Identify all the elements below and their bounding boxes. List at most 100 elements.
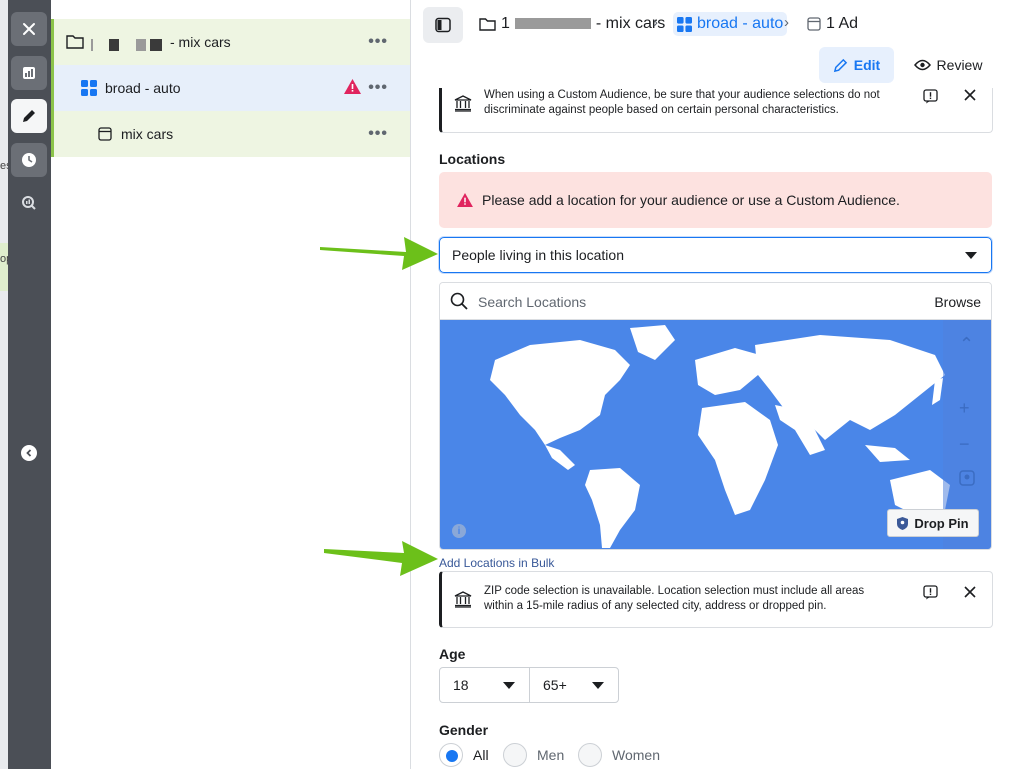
breadcrumb-separator: ›	[784, 14, 789, 31]
world-map[interactable]: ⌃ + − i Drop Pin	[440, 320, 991, 549]
radio-unselected-icon	[578, 743, 602, 767]
shield-pin-icon	[897, 516, 909, 530]
adset-more-button[interactable]: •••	[368, 79, 388, 97]
breadcrumb-redacted	[514, 15, 591, 33]
zip-code-notice-text: ZIP code selection is unavailable. Locat…	[484, 585, 865, 612]
tree-item-ad[interactable]: mix cars •••	[51, 111, 410, 157]
breadcrumb-ad[interactable]: 1 Ad	[807, 15, 858, 33]
edit-button-label: Edit	[853, 57, 881, 73]
gender-option-label: Women	[612, 747, 660, 763]
reporting-button[interactable]	[11, 56, 47, 90]
location-error-banner: Please add a location for your audience …	[439, 172, 992, 228]
breadcrumb-adset[interactable]: broad - auto	[673, 12, 788, 36]
history-button[interactable]	[11, 143, 47, 177]
gender-radio-all[interactable]: All	[439, 743, 489, 767]
location-type-value: People living in this location	[452, 247, 624, 263]
warning-triangle-icon	[344, 79, 361, 94]
breadcrumb-campaign[interactable]: 1 - mix cars	[479, 15, 665, 33]
inspect-button[interactable]	[11, 186, 47, 220]
review-button-label: Review	[936, 57, 983, 73]
zoom-out-button[interactable]: −	[959, 434, 970, 455]
location-search-map: Search Locations Browse ⌃ + − i Drop Pin	[439, 282, 992, 550]
location-type-select[interactable]: People living in this location	[439, 237, 992, 273]
clock-icon	[22, 153, 36, 167]
report-flag-icon[interactable]	[923, 89, 938, 104]
breadcrumb-separator: ›	[653, 14, 658, 31]
zip-code-notice: ZIP code selection is unavailable. Locat…	[439, 571, 993, 628]
drop-pin-button[interactable]: Drop Pin	[887, 509, 979, 537]
search-icon	[450, 292, 468, 310]
add-locations-bulk-link[interactable]: Add Locations in Bulk	[439, 556, 554, 570]
gender-option-label: Men	[537, 747, 565, 763]
magnifier-chart-icon	[22, 196, 36, 210]
folder-icon	[66, 35, 84, 49]
map-up-button[interactable]: ⌃	[959, 334, 974, 355]
bank-icon	[454, 591, 472, 608]
close-icon	[964, 586, 976, 598]
ad-more-button[interactable]: •••	[368, 125, 388, 143]
left-tool-rail	[8, 0, 51, 769]
dismiss-notice-button[interactable]	[964, 585, 976, 603]
bank-icon	[454, 95, 472, 112]
app-root: es op - mix cars ••• broad - auto ••• mi…	[0, 0, 1017, 769]
report-flag-icon[interactable]	[923, 585, 938, 600]
location-search-input[interactable]: Search Locations	[478, 294, 586, 310]
zoom-in-button[interactable]: +	[959, 398, 970, 419]
campaign-tree-panel: - mix cars ••• broad - auto ••• mix cars…	[51, 0, 411, 769]
caret-down-icon	[965, 252, 977, 259]
close-icon	[964, 89, 976, 101]
custom-audience-notice: When using a Custom Audience, be sure th…	[439, 88, 993, 133]
annotation-arrow-icon	[324, 541, 438, 576]
review-button[interactable]: Review	[908, 47, 988, 83]
gender-label: Gender	[439, 722, 489, 738]
redacted-campaign-name	[91, 36, 163, 54]
edit-button[interactable]: Edit	[819, 47, 894, 83]
background-window-edge: es op	[0, 0, 12, 769]
bar-chart-icon	[23, 67, 35, 79]
drop-pin-label: Drop Pin	[914, 515, 969, 531]
close-icon	[23, 23, 35, 35]
gender-radio-women[interactable]: Women	[578, 743, 660, 767]
campaign-more-button[interactable]: •••	[368, 33, 388, 51]
age-label: Age	[439, 646, 466, 662]
annotation-arrow-icon	[320, 237, 438, 270]
ad-icon	[98, 127, 112, 141]
tree-item-campaign[interactable]: - mix cars •••	[51, 19, 410, 65]
locate-icon[interactable]	[959, 470, 975, 491]
gender-radio-men[interactable]: Men	[503, 743, 564, 767]
breadcrumb-campaign-prefix: 1	[501, 15, 510, 32]
tree-item-ad-label: mix cars	[121, 126, 174, 142]
radio-unselected-icon	[503, 743, 527, 767]
background-peek-highlight: op	[0, 243, 12, 291]
dismiss-notice-button[interactable]	[964, 88, 976, 106]
location-search-bar[interactable]: Search Locations Browse	[440, 283, 991, 320]
caret-down-icon	[592, 682, 604, 689]
locations-label: Locations	[439, 151, 506, 167]
sidebar-panel-icon	[435, 17, 451, 33]
age-min-value: 18	[453, 677, 469, 693]
breadcrumb-ad-label: 1 Ad	[826, 15, 859, 32]
caret-down-icon	[503, 682, 515, 689]
edit-mode-button[interactable]	[11, 99, 47, 133]
tree-item-adset-label: broad - auto	[105, 80, 181, 96]
eye-icon	[913, 59, 931, 71]
location-pin-icon	[959, 470, 975, 486]
close-button[interactable]	[11, 12, 47, 46]
pencil-icon	[23, 110, 35, 122]
collapse-rail-button[interactable]	[21, 445, 37, 461]
ad-icon	[807, 17, 821, 31]
breadcrumb-adset-label: broad - auto	[697, 15, 784, 32]
chevron-left-icon	[26, 449, 32, 457]
folder-icon	[479, 18, 496, 31]
age-max-select[interactable]: 65+	[529, 667, 619, 703]
map-info-icon[interactable]: i	[452, 524, 466, 538]
browse-button[interactable]: Browse	[934, 294, 981, 310]
toggle-tree-panel-button[interactable]	[423, 7, 463, 43]
pencil-icon	[833, 58, 847, 72]
age-min-select[interactable]: 18	[439, 667, 530, 703]
tree-item-adset[interactable]: broad - auto •••	[51, 65, 410, 111]
radio-selected-icon	[439, 743, 463, 767]
adset-grid-icon	[677, 16, 692, 32]
adset-grid-icon	[81, 80, 97, 96]
custom-audience-notice-text: When using a Custom Audience, be sure th…	[484, 89, 880, 116]
